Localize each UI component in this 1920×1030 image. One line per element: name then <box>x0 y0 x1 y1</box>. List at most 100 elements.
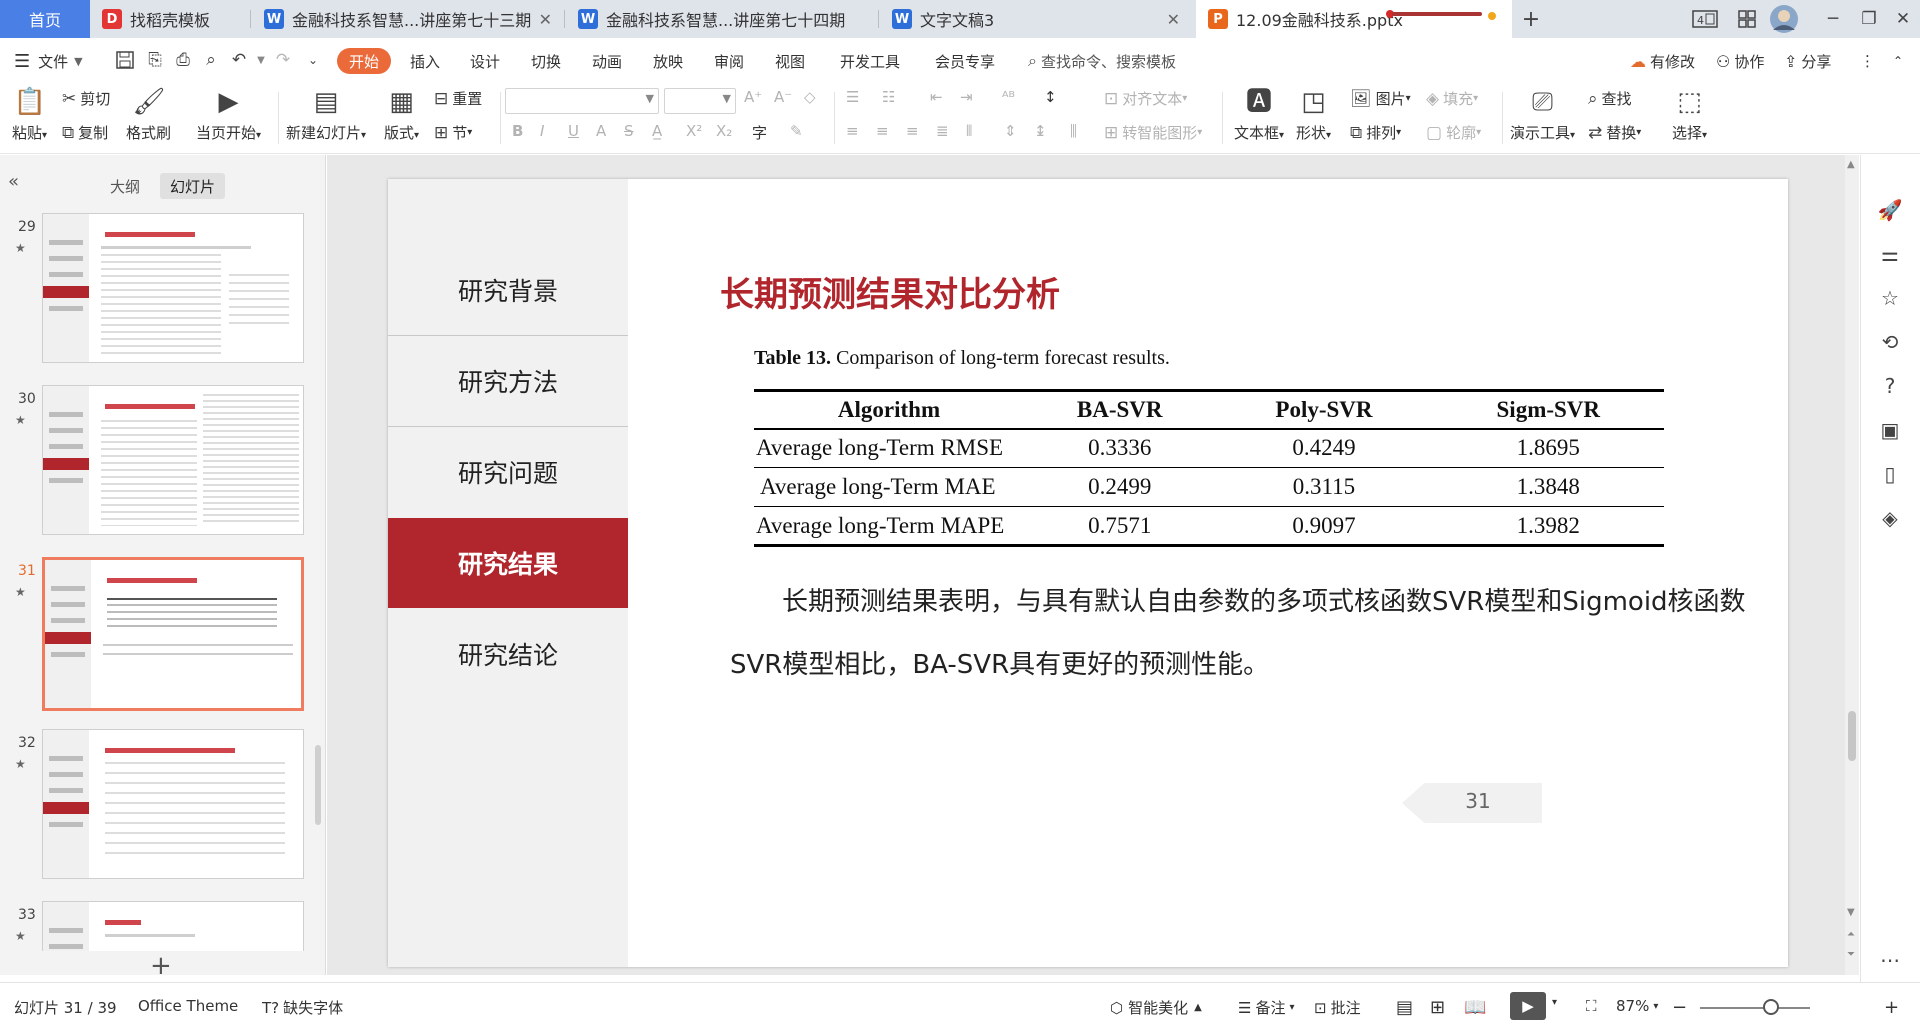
find-button[interactable]: ⌕ 查找 <box>1588 88 1632 109</box>
present-tools-button[interactable]: ⎚ 演示工具▾ <box>1510 86 1575 143</box>
slide-thumbnail-row[interactable]: 29 ★ <box>0 213 310 363</box>
cut-button[interactable]: ✂ 剪切 <box>62 88 110 109</box>
decrease-indent-icon[interactable]: ⇤ <box>930 88 943 106</box>
slide-thumbnail[interactable] <box>42 385 304 535</box>
close-icon[interactable]: ✕ <box>539 10 552 29</box>
menu-insert[interactable]: 插入 <box>410 48 440 74</box>
zoom-in-icon[interactable]: + <box>1884 997 1899 1018</box>
arrange-button[interactable]: ⧉ 排列 ▾ <box>1350 122 1401 143</box>
numbered-list-icon[interactable]: ☷ <box>882 88 895 106</box>
star-icon[interactable]: ☆ <box>1875 283 1905 313</box>
tab-presentation-active[interactable]: P 12.09金融科技系.pptx <box>1196 0 1512 38</box>
scrollbar-thumb[interactable] <box>1848 711 1856 761</box>
tab-home[interactable]: 首页 <box>0 0 90 38</box>
text-case-icon[interactable]: ᴬᴮ <box>1002 88 1015 106</box>
menu-slideshow[interactable]: 放映 <box>653 48 683 74</box>
slide-thumbnail-row[interactable]: 33 ★ <box>0 901 310 957</box>
menu-transition[interactable]: 切换 <box>531 48 561 74</box>
apps-grid-icon[interactable] <box>1732 6 1762 32</box>
add-slide-icon[interactable]: + <box>150 951 172 981</box>
select-button[interactable]: ⬚ 选择▾ <box>1672 86 1707 143</box>
book-icon[interactable]: ▯ <box>1875 459 1905 489</box>
play-slideshow-button[interactable]: ▶ <box>1510 992 1546 1020</box>
highlight-icon[interactable]: ✎ <box>790 122 803 140</box>
italic-icon[interactable]: I <box>540 122 544 140</box>
undo-icon[interactable]: ↶ <box>228 49 250 71</box>
tab-document[interactable]: W 金融科技系智慧...讲座第七十三期 ✕ <box>252 0 564 38</box>
theme-name[interactable]: Office Theme <box>138 997 238 1015</box>
slide-thumbnail-row[interactable]: 30 ★ <box>0 385 310 535</box>
shape-button[interactable]: ◳ 形状▾ <box>1296 86 1331 143</box>
layout-button[interactable]: ▦ 版式▾ <box>384 86 419 143</box>
paste-button[interactable]: 📋 粘贴▾ <box>12 86 47 143</box>
close-window-icon[interactable]: ✕ <box>1890 6 1916 32</box>
smart-beautify-button[interactable]: ⬡ 智能美化 ▲ <box>1110 997 1202 1018</box>
file-menu[interactable]: ☰ 文件 ▼ <box>14 48 83 74</box>
chevron-down-icon[interactable]: ▼ <box>250 49 272 71</box>
text-shadow-icon[interactable]: A <box>596 122 606 140</box>
has-changes-button[interactable]: ☁ 有修改 <box>1630 48 1695 74</box>
tab-document[interactable]: W 金融科技系智慧...讲座第七十四期 <box>566 0 878 38</box>
align-right-icon[interactable]: ≡ <box>906 122 919 140</box>
rocket-icon[interactable]: 🚀 <box>1875 195 1905 225</box>
distribute-icon[interactable]: ⫴ <box>966 122 972 140</box>
collapse-panel-icon[interactable]: « <box>8 171 19 192</box>
format-painter-button[interactable]: 🖌 格式刷 <box>126 86 171 143</box>
tab-outline[interactable]: 大纲 <box>100 173 150 199</box>
reset-button[interactable]: ⊟ 重置 <box>434 88 482 109</box>
menu-animation[interactable]: 动画 <box>592 48 622 74</box>
scroll-down-icon[interactable]: ▼ <box>1847 907 1855 918</box>
zoom-out-icon[interactable]: − <box>1672 997 1687 1018</box>
align-text-button[interactable]: ⊡ 对齐文本 ▾ <box>1104 88 1187 109</box>
tab-slides[interactable]: 幻灯片 <box>160 173 226 199</box>
slide-thumbnail[interactable] <box>42 213 304 363</box>
collapse-ribbon-icon[interactable]: ⌃ <box>1893 48 1903 74</box>
tab-docer[interactable]: D 找稻壳模板 <box>90 0 250 38</box>
menu-developer[interactable]: 开发工具 <box>840 48 900 74</box>
fill-button[interactable]: ◈ 填充 ▾ <box>1426 88 1478 109</box>
justify-icon[interactable]: ≣ <box>936 122 949 140</box>
line-spacing-icon[interactable]: ↨ <box>1034 122 1047 140</box>
command-search[interactable]: ⌕ 查找命令、搜索模板 <box>1028 48 1176 74</box>
slide[interactable]: 研究背景 研究方法 研究问题 研究结果 研究结论 长期预测结果对比分析 Tabl… <box>388 179 1788 967</box>
copy-button[interactable]: ⧉ 复制 <box>62 122 108 143</box>
tab-document[interactable]: W 文字文稿3 ✕ <box>880 0 1192 38</box>
strikethrough-icon[interactable]: S <box>624 122 634 140</box>
smart-graphic-button[interactable]: ⊞ 转智能图形 ▾ <box>1104 122 1202 143</box>
play-from-current-button[interactable]: ▶ 当页开始▾ <box>196 86 261 143</box>
picture-button[interactable]: 🖼 图片 ▾ <box>1350 88 1411 109</box>
notes-button[interactable]: ☰ 备注 ▾ <box>1238 997 1295 1018</box>
canvas-scrollbar[interactable]: ▲ ▼ ⏶ ⏷ <box>1845 155 1859 975</box>
align-center-icon[interactable]: ≡ <box>876 122 889 140</box>
reading-view-icon[interactable]: 📖 <box>1464 997 1486 1018</box>
collaborate-button[interactable]: ⚇ 协作 <box>1716 48 1764 74</box>
more-options-icon[interactable]: ⋮ <box>1860 48 1875 74</box>
next-slide-icon[interactable]: ⏷ <box>1847 949 1855 960</box>
subscript-icon[interactable]: X₂ <box>716 122 732 140</box>
sort-icon[interactable]: ↕ <box>1044 88 1057 106</box>
restore-icon[interactable]: ❐ <box>1856 6 1882 32</box>
previous-slide-icon[interactable]: ⏶ <box>1847 929 1855 940</box>
print-preview-icon[interactable]: ⌕ <box>200 49 222 71</box>
close-icon[interactable]: ✕ <box>1167 10 1180 29</box>
share-button[interactable]: ⇪ 分享 <box>1784 48 1831 74</box>
slide-thumbnail-row[interactable]: 32 ★ <box>0 729 310 879</box>
customize-toolbar-icon[interactable]: ⌄ <box>302 49 324 71</box>
increase-font-icon[interactable]: A⁺ <box>744 88 762 106</box>
panel-scrollbar[interactable] <box>315 745 321 825</box>
superscript-icon[interactable]: X² <box>686 122 702 140</box>
window-layout-icon[interactable]: 4 <box>1690 6 1720 32</box>
clear-format-icon[interactable]: ◇ <box>804 88 816 106</box>
menu-view[interactable]: 视图 <box>775 48 805 74</box>
columns-icon[interactable]: ⫼ <box>1070 122 1077 140</box>
transition-icon[interactable]: ⟲ <box>1875 327 1905 357</box>
menu-member[interactable]: 会员专享 <box>935 48 995 74</box>
textbox-button[interactable]: 🅰 文本框▾ <box>1234 86 1284 143</box>
increase-indent-icon[interactable]: ⇥ <box>960 88 973 106</box>
image-tools-icon[interactable]: ▣ <box>1875 415 1905 445</box>
print-icon[interactable]: ⎙ <box>172 49 194 71</box>
font-color-icon[interactable]: A̲ <box>652 122 662 140</box>
align-left-icon[interactable]: ≡ <box>846 122 859 140</box>
more-icon[interactable]: ⋯ <box>1875 945 1905 975</box>
redo-icon[interactable]: ↷ <box>272 49 294 71</box>
